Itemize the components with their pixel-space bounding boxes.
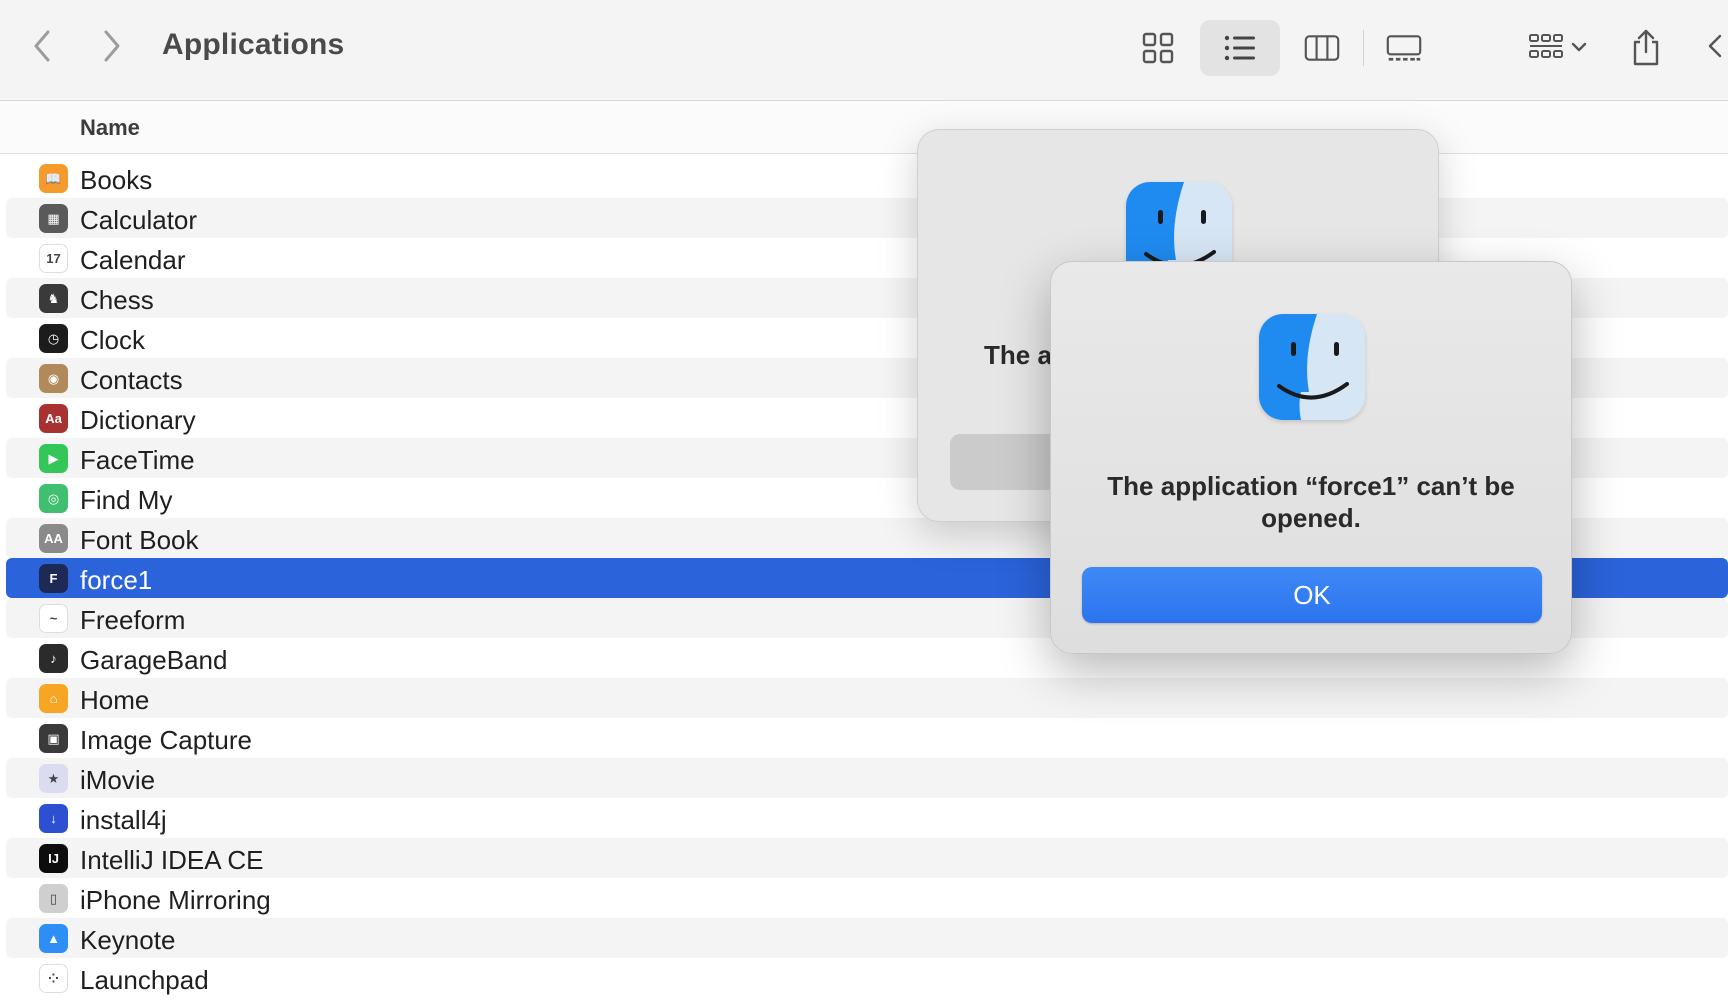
list-item[interactable]: ▣ Image Capture	[6, 718, 1728, 758]
list-item-label: Image Capture	[80, 725, 252, 755]
list-item-label: Freeform	[80, 605, 186, 635]
window-title: Applications	[162, 28, 345, 61]
toolbar: Applications	[0, 0, 1728, 101]
app-icon: 📖	[39, 164, 68, 193]
list-item[interactable]: ⌂ Home	[6, 678, 1728, 718]
list-view-button[interactable]	[1200, 20, 1280, 76]
list-item-label: Find My	[80, 485, 173, 515]
list-item[interactable]: ★ iMovie	[6, 758, 1728, 798]
list-item-label: Calendar	[80, 245, 186, 275]
finder-icon	[1259, 314, 1365, 420]
grid-icon	[1142, 32, 1174, 64]
list-item-label: Books	[80, 165, 153, 195]
app-icon: ◉	[39, 364, 68, 393]
app-icon: Aa	[39, 404, 68, 433]
back-button[interactable]	[22, 24, 62, 68]
app-icon: 17	[39, 244, 68, 273]
app-icon: ▯	[39, 884, 68, 913]
app-icon: ▶	[39, 444, 68, 473]
list-item-label: Font Book	[80, 525, 199, 555]
app-icon: ★	[39, 764, 68, 793]
list-item[interactable]: ⁘ Launchpad	[6, 958, 1728, 998]
group-icon	[1529, 34, 1587, 58]
columns-icon	[1304, 35, 1340, 61]
list-item-label: Clock	[80, 325, 146, 355]
gallery-icon	[1386, 35, 1422, 61]
finder-window: Applications Name 📖 Books ▦ Calculator 1…	[0, 0, 1728, 1002]
app-icon: ~	[39, 604, 68, 633]
app-icon: ▲	[39, 924, 68, 953]
list-item-label: install4j	[80, 805, 167, 835]
list-item-label: iMovie	[80, 765, 156, 795]
list-item[interactable]: IJ IntelliJ IDEA CE	[6, 838, 1728, 878]
more-toolbar-button[interactable]	[1700, 24, 1728, 68]
app-icon: ↓	[39, 804, 68, 833]
app-icon: AA	[39, 524, 68, 553]
group-by-button[interactable]	[1516, 20, 1600, 76]
list-item-label: Keynote	[80, 925, 176, 955]
list-item-label: Chess	[80, 285, 154, 315]
chevron-right-icon	[104, 30, 120, 62]
list-item-label: Dictionary	[80, 405, 196, 435]
gallery-view-button[interactable]	[1364, 20, 1444, 76]
app-icon: ▦	[39, 204, 68, 233]
list-item-label: force1	[80, 565, 153, 595]
list-item-label: FaceTime	[80, 445, 195, 475]
app-icon: F	[39, 564, 68, 593]
column-header: Name	[0, 101, 1728, 154]
list-item-label: Contacts	[80, 365, 183, 395]
list-item-label: Launchpad	[80, 965, 209, 995]
list-item-label: Home	[80, 685, 150, 715]
list-item-label: Calculator	[80, 205, 198, 235]
list-item[interactable]: ▦ Calculator	[6, 198, 1728, 238]
list-item[interactable]: ▲ Keynote	[6, 918, 1728, 958]
app-icon: ◷	[39, 324, 68, 353]
ok-button[interactable]: OK	[1082, 567, 1542, 623]
app-icon: ♪	[39, 644, 68, 673]
dialog-message: The application “force1” can’t be opened…	[1107, 471, 1515, 533]
app-icon: ▣	[39, 724, 68, 753]
share-icon	[1633, 29, 1659, 66]
list-item-label: GarageBand	[80, 645, 228, 675]
app-icon: ⁘	[39, 964, 68, 993]
app-icon: ♞	[39, 284, 68, 313]
list-item-label: IntelliJ IDEA CE	[80, 845, 264, 875]
forward-button[interactable]	[92, 24, 132, 68]
list-icon	[1224, 35, 1255, 61]
name-column-header[interactable]: Name	[80, 115, 140, 141]
list-item-label: iPhone Mirroring	[80, 885, 271, 915]
icon-view-button[interactable]	[1118, 20, 1198, 76]
chevron-left-icon	[1708, 34, 1722, 58]
app-icon: ⌂	[39, 684, 68, 713]
app-icon: IJ	[39, 844, 68, 873]
back-dialog-message: The a	[984, 340, 1052, 370]
share-button[interactable]	[1616, 20, 1676, 76]
list-item[interactable]: ↓ install4j	[6, 798, 1728, 838]
column-view-button[interactable]	[1282, 20, 1362, 76]
list-item[interactable]: ▯ iPhone Mirroring	[6, 878, 1728, 918]
list-item[interactable]: 📖 Books	[6, 158, 1728, 198]
chevron-left-icon	[34, 30, 50, 62]
app-icon: ◎	[39, 484, 68, 513]
alert-dialog: The application “force1” can’t be opened…	[1050, 261, 1572, 654]
